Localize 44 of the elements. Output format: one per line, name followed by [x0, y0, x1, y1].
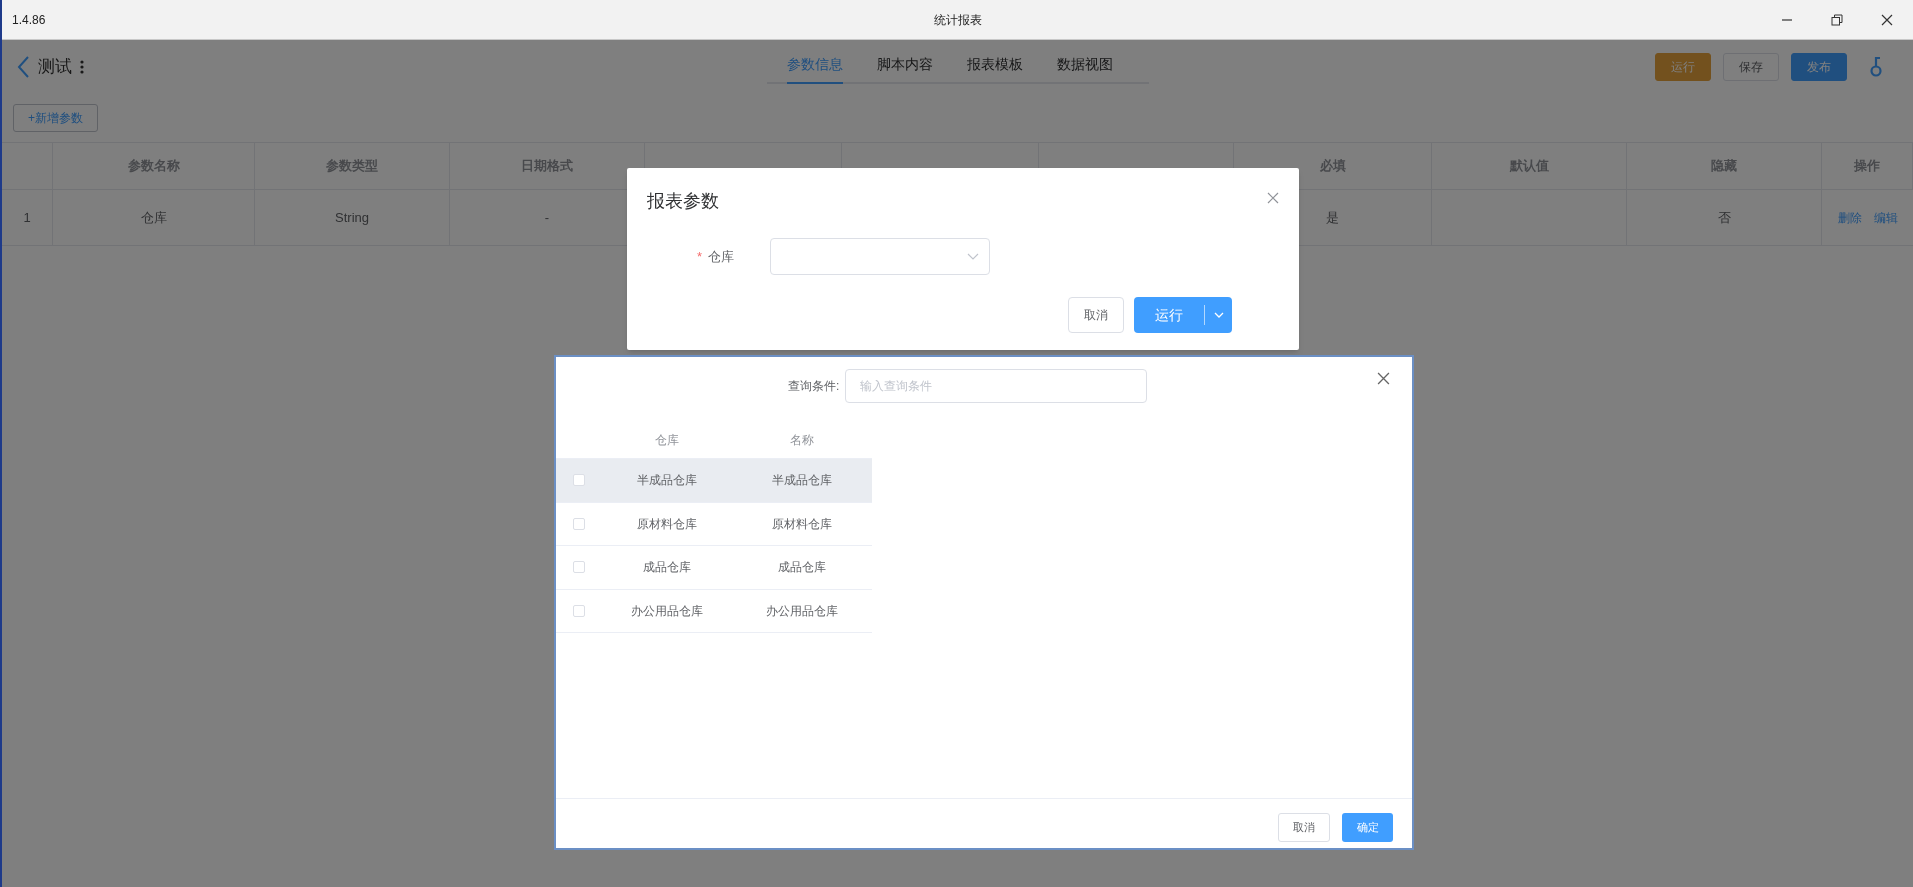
query-input[interactable]: 输入查询条件 — [845, 369, 1148, 403]
column-header: 名称 — [789, 431, 815, 449]
required-mark: * — [697, 247, 703, 266]
app-version: 1.4.86 — [12, 11, 46, 29]
checkbox[interactable] — [573, 604, 585, 617]
query-label: 查询条件: — [788, 378, 840, 395]
key-icon[interactable] — [1869, 56, 1883, 78]
restore-icon[interactable] — [1831, 13, 1843, 26]
row-index: 1 — [23, 208, 31, 227]
table-cell-text: 原材料仓库 — [771, 515, 833, 533]
confirm-button[interactable]: 确定 — [1342, 813, 1393, 842]
checkbox[interactable] — [573, 561, 585, 574]
field-label: 仓库 — [708, 247, 735, 266]
table-cell-text: 办公用品仓库 — [765, 602, 839, 620]
page-title: 测试 — [38, 56, 72, 79]
table-cell-text: 是 — [1326, 208, 1339, 227]
tab[interactable]: 脚本内容 — [877, 46, 933, 84]
close-icon[interactable] — [1881, 13, 1893, 26]
table-cell-text: 半成品仓库 — [771, 472, 833, 490]
cancel-button[interactable]: 取消 — [1068, 297, 1124, 333]
table-cell-text: 成品仓库 — [642, 559, 692, 577]
chevron-down-icon — [967, 252, 979, 261]
checkbox[interactable] — [573, 474, 585, 487]
toolbar-button[interactable]: 保存 — [1723, 53, 1779, 81]
checkbox[interactable] — [573, 517, 585, 530]
table-cell-text: 成品仓库 — [777, 559, 827, 577]
table-cell-text: 原材料仓库 — [636, 515, 698, 533]
table-cell-text: 半成品仓库 — [636, 472, 698, 490]
dialog-title: 报表参数 — [647, 190, 719, 213]
table-cell-text: 否 — [1717, 208, 1731, 227]
column-header: 仓库 — [654, 431, 680, 449]
table-cell-text: 办公用品仓库 — [630, 602, 704, 620]
window-title: 统计报表 — [933, 11, 982, 29]
tab[interactable]: 报表模板 — [967, 46, 1023, 84]
table-cell-text: 仓库 — [140, 208, 167, 227]
close-icon[interactable] — [1377, 372, 1390, 385]
cancel-button[interactable]: 取消 — [1278, 813, 1330, 842]
tab[interactable]: 数据视图 — [1057, 46, 1113, 84]
table-cell-text: - — [544, 208, 550, 227]
more-icon[interactable] — [80, 60, 84, 74]
chevron-down-icon — [1213, 312, 1224, 318]
table-cell-text: String — [335, 208, 369, 227]
table-row[interactable]: 半成品仓库 半成品仓库 — [556, 459, 872, 503]
select-field[interactable] — [770, 238, 990, 275]
